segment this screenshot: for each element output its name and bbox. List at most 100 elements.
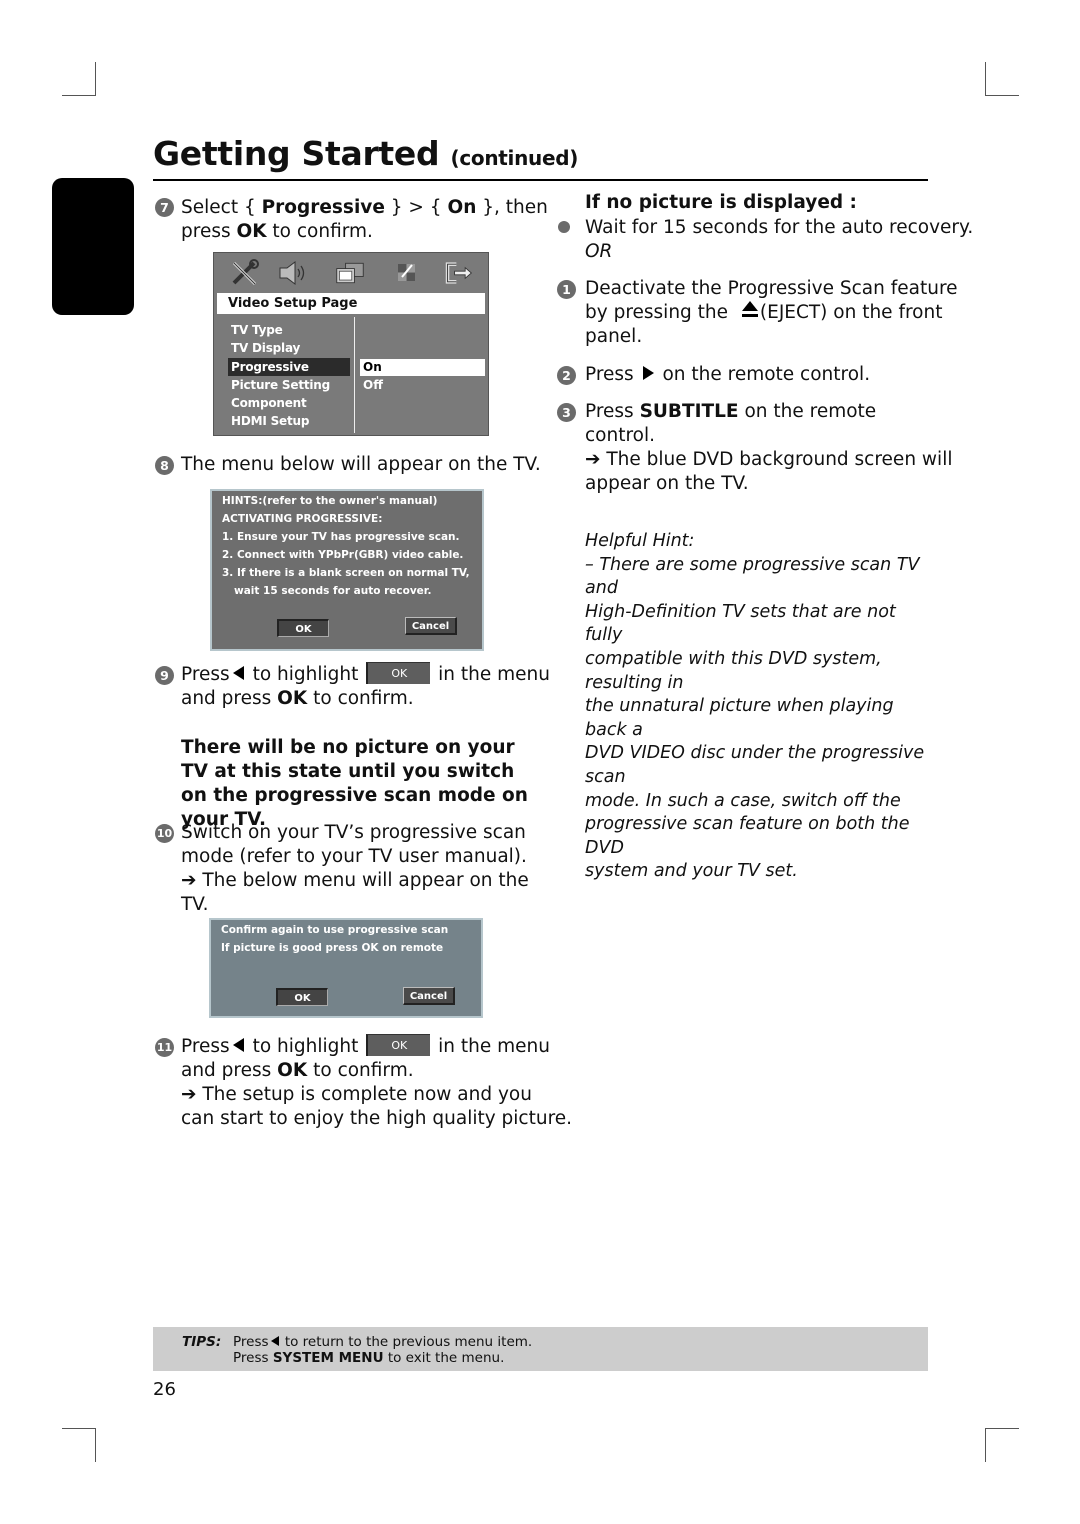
page-title: Getting Started (continued) <box>153 134 578 173</box>
text: in the menu <box>432 664 550 685</box>
menu-item-picture-setting[interactable]: Picture Setting <box>228 376 350 394</box>
step-7-line-1: Select { Progressive } > { On }, then <box>181 196 548 220</box>
text: by pressing the <box>585 302 734 323</box>
cancel-button[interactable]: Cancel <box>403 987 455 1005</box>
hint-line: mode. In such a case, switch off the <box>585 790 901 811</box>
step-9-line-1: Press to highlight OK in the menu <box>181 662 550 687</box>
cancel-button[interactable]: Cancel <box>405 617 457 635</box>
right-step-1-line-2: by pressing the (EJECT) on the front <box>585 300 942 325</box>
menu-item-tv-type[interactable]: TV Type <box>228 321 350 339</box>
hint-line: compatible with this DVD system, resulti… <box>585 648 882 693</box>
crop-mark-top-left <box>62 62 96 96</box>
crop-mark-top-right <box>985 62 1019 96</box>
hint-line: wait 15 seconds for auto recover. <box>234 585 432 597</box>
option-off[interactable]: Off <box>360 377 485 394</box>
text: to return to the previous menu item. <box>280 1334 533 1350</box>
left-arrow-icon <box>232 666 244 680</box>
ok-highlight-chip: OK <box>366 662 431 684</box>
page-title-main: Getting Started <box>153 134 440 173</box>
text: press <box>181 221 237 242</box>
language-tab: English <box>52 178 152 315</box>
hint-line: – There are some progressive scan TV and <box>585 554 920 599</box>
right-step-1-line-3: panel. <box>585 326 643 347</box>
audio-setup-icon[interactable] <box>278 259 308 287</box>
menu-item-tv-display[interactable]: TV Display <box>228 339 350 357</box>
crop-mark-bottom-left <box>62 1428 96 1462</box>
ok-button[interactable]: OK <box>277 619 329 637</box>
hint-line: ACTIVATING PROGRESSIVE: <box>222 513 383 525</box>
step-10-line-2: mode (refer to your TV user manual). <box>181 846 527 867</box>
no-picture-warning: There will be no picture on your TV at t… <box>181 737 528 830</box>
tips-label: TIPS: <box>182 1334 222 1350</box>
menu-item-hdmi-setup[interactable]: HDMI Setup <box>228 412 350 430</box>
page-number: 26 <box>153 1379 176 1400</box>
ok-button[interactable]: OK <box>276 988 328 1006</box>
step-10-line-4: TV. <box>181 894 209 915</box>
text: } > { <box>384 197 448 218</box>
step-10-line-3: ➔ The below menu will appear on the <box>181 870 529 891</box>
step-number-badge: 3 <box>557 403 576 422</box>
no-picture-heading: If no picture is displayed : <box>585 192 857 213</box>
wait-recovery-text: Wait for 15 seconds for the auto recover… <box>585 217 974 238</box>
text: to confirm. <box>307 1060 414 1081</box>
step-10-line-1: Switch on your TV’s progressive scan <box>181 822 526 843</box>
video-setup-icon[interactable] <box>335 259 365 287</box>
step-7-line-2: press OK to confirm. <box>181 220 373 244</box>
play-arrow-icon <box>642 366 654 380</box>
tips-line-1: Press to return to the previous menu ite… <box>233 1334 532 1350</box>
or-text: OR <box>585 241 613 262</box>
step-9-line-2: and press OK to confirm. <box>181 687 414 711</box>
confirm-line: If picture is good press OK on remote <box>221 942 444 954</box>
step-number-badge: 7 <box>155 198 174 217</box>
step-11-line-4: can start to enjoy the high quality pict… <box>181 1108 573 1129</box>
eject-icon <box>741 300 758 318</box>
text: Press <box>233 1350 273 1366</box>
right-step-1-line-1: Deactivate the Progressive Scan feature <box>585 278 958 299</box>
right-step-3-line-4: appear on the TV. <box>585 473 749 494</box>
menu-item-progressive[interactable]: Progressive <box>228 358 350 376</box>
subtitle-key: SUBTITLE <box>639 401 739 422</box>
option-on[interactable]: On <box>360 359 485 376</box>
menu-item-component[interactable]: Component <box>228 394 350 412</box>
column-divider <box>354 317 355 433</box>
hint-line: HINTS:(refer to the owner's manual) <box>222 495 438 507</box>
preference-setup-icon[interactable] <box>392 259 422 287</box>
text: in the menu <box>432 1036 550 1057</box>
left-arrow-icon <box>232 1038 244 1052</box>
right-step-3-line-2: control. <box>585 425 656 446</box>
video-setup-menu: Video Setup Page TV Type TV Display Prog… <box>213 252 489 436</box>
confirm-progressive-dialog: Confirm again to use progressive scan If… <box>209 918 483 1018</box>
step-11-line-3: ➔ The setup is complete now and you <box>181 1084 532 1105</box>
text: and press <box>181 1060 278 1081</box>
step-number-badge: 9 <box>155 666 174 685</box>
text: Press <box>181 664 230 685</box>
text: Press <box>585 364 640 385</box>
text: Press <box>585 401 640 422</box>
step-number-badge: 8 <box>155 456 174 475</box>
ok-key: OK <box>277 688 308 709</box>
option-on: On <box>447 197 477 218</box>
hint-line: progressive scan feature on both the DVD <box>585 814 910 858</box>
menu-page-title: Video Setup Page <box>217 293 485 314</box>
text: to exit the menu. <box>383 1350 505 1366</box>
exit-icon[interactable] <box>444 259 474 287</box>
step-8-text: The menu below will appear on the TV. <box>181 454 541 475</box>
text: to confirm. <box>307 688 414 709</box>
hint-line: DVD VIDEO disc under the progressive sca… <box>585 743 925 787</box>
text: Select { <box>181 197 262 218</box>
text: and press <box>181 688 278 709</box>
tips-bar: TIPS: Press to return to the previous me… <box>153 1327 928 1371</box>
text: to confirm. <box>266 221 373 242</box>
option-progressive: Progressive <box>261 197 385 218</box>
page-title-suffix: (continued) <box>450 146 579 170</box>
left-arrow-icon <box>270 1336 279 1346</box>
general-setup-icon[interactable] <box>230 259 260 287</box>
ok-highlight-chip: OK <box>366 1034 431 1056</box>
bullet-icon <box>558 221 570 233</box>
step-11-line-1: Press to highlight OK in the menu <box>181 1034 550 1059</box>
text: Press <box>181 1036 230 1057</box>
hint-line: High-Definition TV sets that are not ful… <box>585 601 896 646</box>
progressive-hints-dialog: HINTS:(refer to the owner's manual) ACTI… <box>210 489 484 651</box>
hint-line: 2. Connect with YPbPr(GBR) video cable. <box>222 549 464 561</box>
helpful-hint: Helpful Hint: – There are some progressi… <box>585 530 935 884</box>
